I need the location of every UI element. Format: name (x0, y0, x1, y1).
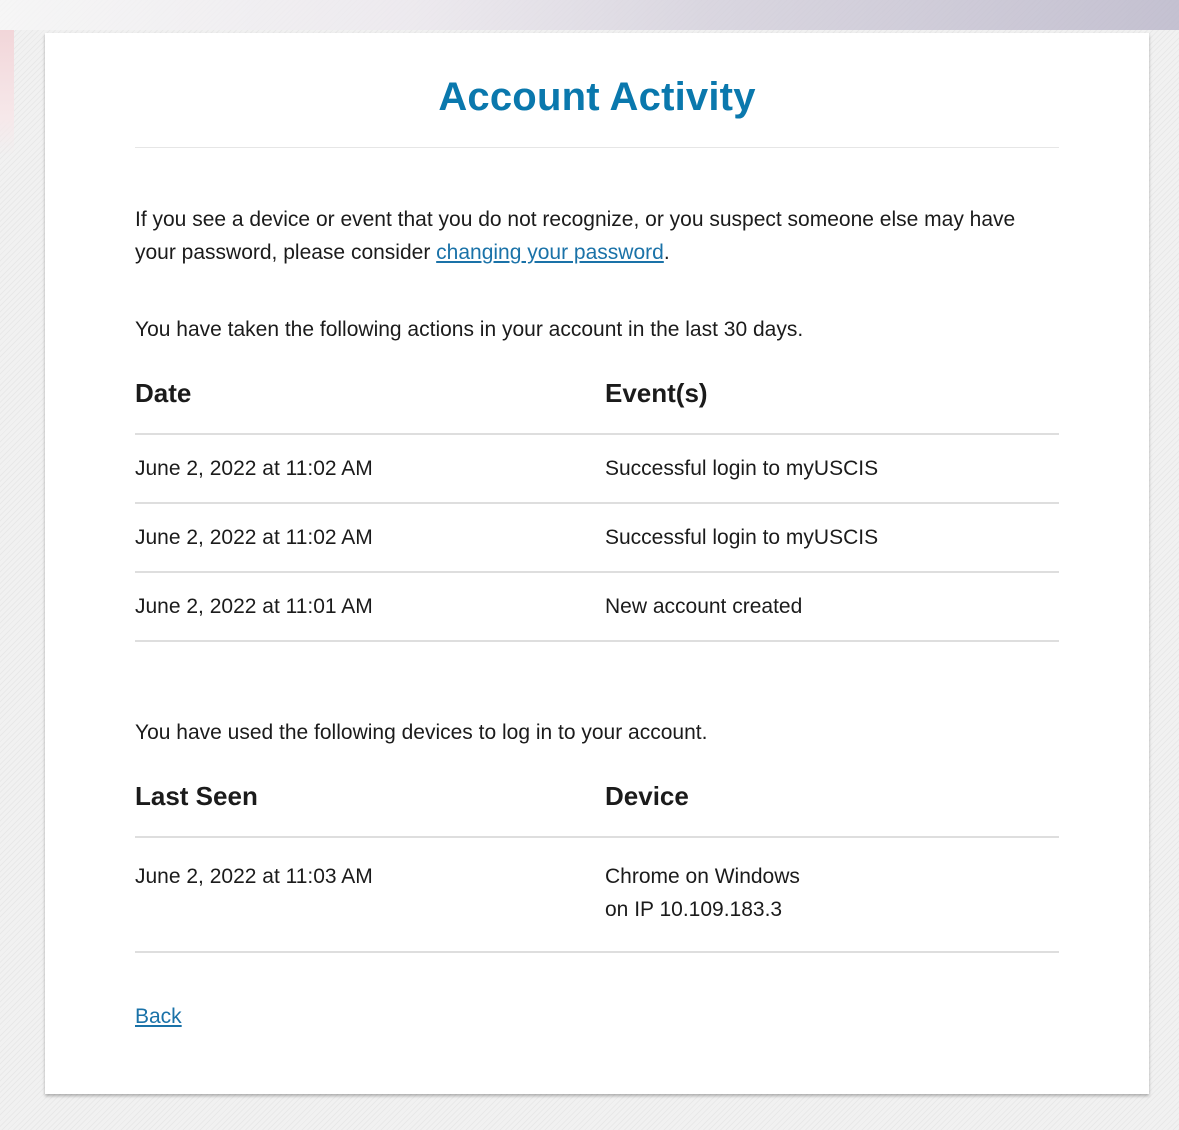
side-background-decoration (0, 30, 14, 155)
back-link[interactable]: Back (135, 1005, 182, 1028)
device-ip: on IP 10.109.183.3 (605, 898, 783, 921)
table-row: June 2, 2022 at 11:01 AM New account cre… (135, 572, 1059, 642)
event-description: Successful login to myUSCIS (605, 434, 1059, 504)
events-header-row: Date Event(s) (135, 378, 1059, 435)
column-header-device: Device (605, 781, 1059, 838)
event-description: New account created (605, 572, 1059, 642)
page-title: Account Activity (135, 33, 1059, 148)
column-header-date: Date (135, 378, 605, 435)
device-info: Chrome on Windows on IP 10.109.183.3 (605, 837, 1059, 953)
actions-description: You have taken the following actions in … (135, 318, 804, 341)
column-header-events: Event(s) (605, 378, 1059, 435)
event-description: Successful login to myUSCIS (605, 503, 1059, 573)
device-name: Chrome on Windows (605, 865, 800, 888)
security-notice: If you see a device or event that you do… (135, 148, 1059, 269)
device-last-seen: June 2, 2022 at 11:03 AM (135, 837, 605, 953)
security-notice-period: . (663, 241, 670, 264)
table-row: June 2, 2022 at 11:02 AM Successful logi… (135, 503, 1059, 573)
event-date: June 2, 2022 at 11:02 AM (135, 503, 605, 573)
back-link-container: Back (135, 1005, 1059, 1029)
table-row: June 2, 2022 at 11:03 AM Chrome on Windo… (135, 837, 1059, 953)
table-row: June 2, 2022 at 11:02 AM Successful logi… (135, 434, 1059, 504)
events-table: Date Event(s) June 2, 2022 at 11:02 AM S… (135, 378, 1059, 642)
header-background-banner (0, 0, 1179, 30)
devices-table: Last Seen Device June 2, 2022 at 11:03 A… (135, 781, 1059, 953)
account-activity-card: Account Activity If you see a device or … (45, 33, 1149, 1094)
card-content: Account Activity If you see a device or … (135, 33, 1059, 1029)
event-date: June 2, 2022 at 11:01 AM (135, 572, 605, 642)
event-date: June 2, 2022 at 11:02 AM (135, 434, 605, 504)
column-header-last-seen: Last Seen (135, 781, 605, 838)
devices-header-row: Last Seen Device (135, 781, 1059, 838)
change-password-link[interactable]: changing your password (436, 241, 664, 264)
devices-description: You have used the following devices to l… (135, 721, 708, 744)
